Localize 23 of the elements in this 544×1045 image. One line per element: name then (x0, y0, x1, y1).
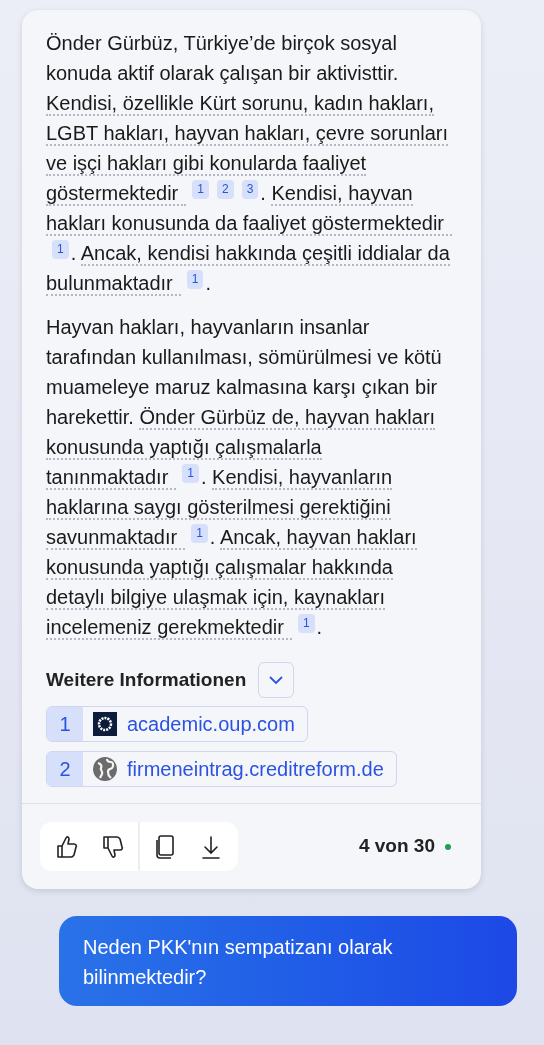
citation-badge[interactable]: 2 (216, 180, 234, 199)
citation-badge[interactable]: 1 (186, 270, 204, 289)
answer-paragraph: Hayvan hakları, hayvanların insanlar tarafından kullanılması, sömürülmesi ve kötü muameleye maruz kalmasına karşı çıkan bir harekettir. Önder Gürbüz de, hayvan hakları konusunda yaptığı çalışmalarla tanınmaktadır 1 . Kendisi, hayvanların haklarına saygı gösterilmesi gerektiğini savunmaktadır 1 . Ancak, hayvan hakları konusunda yaptığı çalışmalar hakkında detaylı bilgiye ulaşmak için, kaynakları incelemeniz gerekmektedir 1 . (46, 315, 443, 642)
chevron-icon (269, 675, 284, 685)
answer-paragraph: Önder Gürbüz, Türkiye’de birçok sosyal konuda aktif olarak çalışan bir aktivisttir. Kendisi, özellikle Kürt sorunu, kadın hakları, LGBT hakları, hayvan hakları, çevre sorunları ve işçi hakları gibi konularda faaliyet göstermektedir 1 2 3 . Kendisi, hayvan hakları konusunda da faaliyet göstermektedir 1 . Ancak, kendisi hakkında çeşitli iddialar da bulunmaktadır 1 . (46, 28, 457, 298)
expand-button[interactable] (258, 662, 295, 698)
section-title: Weitere Informationen (46, 667, 247, 692)
thumbs-up-icon (55, 833, 79, 860)
page-counter: 4 von 30 (358, 834, 435, 859)
thumbs-down-icon (101, 833, 125, 860)
source-link[interactable]: 2 firmeneintrag.creditreform.de (46, 751, 397, 787)
citation-badge[interactable]: 1 (52, 240, 69, 259)
download-icon (200, 833, 222, 860)
copy-icon (154, 833, 176, 860)
globe-icon (93, 757, 117, 781)
user-message: Neden PKK'nın sempatizanı olarak bilinmektedir? (59, 916, 517, 1006)
citation-badge[interactable]: 1 (191, 524, 208, 543)
citation-badge[interactable]: 3 (241, 180, 259, 199)
citation-badge[interactable]: 1 (182, 464, 199, 483)
citation-badge[interactable]: 1 (297, 614, 315, 633)
source-link[interactable]: 1 academic.oup.com (46, 706, 308, 742)
citation-badge[interactable]: 1 (192, 180, 209, 199)
logo-icon (93, 712, 117, 736)
